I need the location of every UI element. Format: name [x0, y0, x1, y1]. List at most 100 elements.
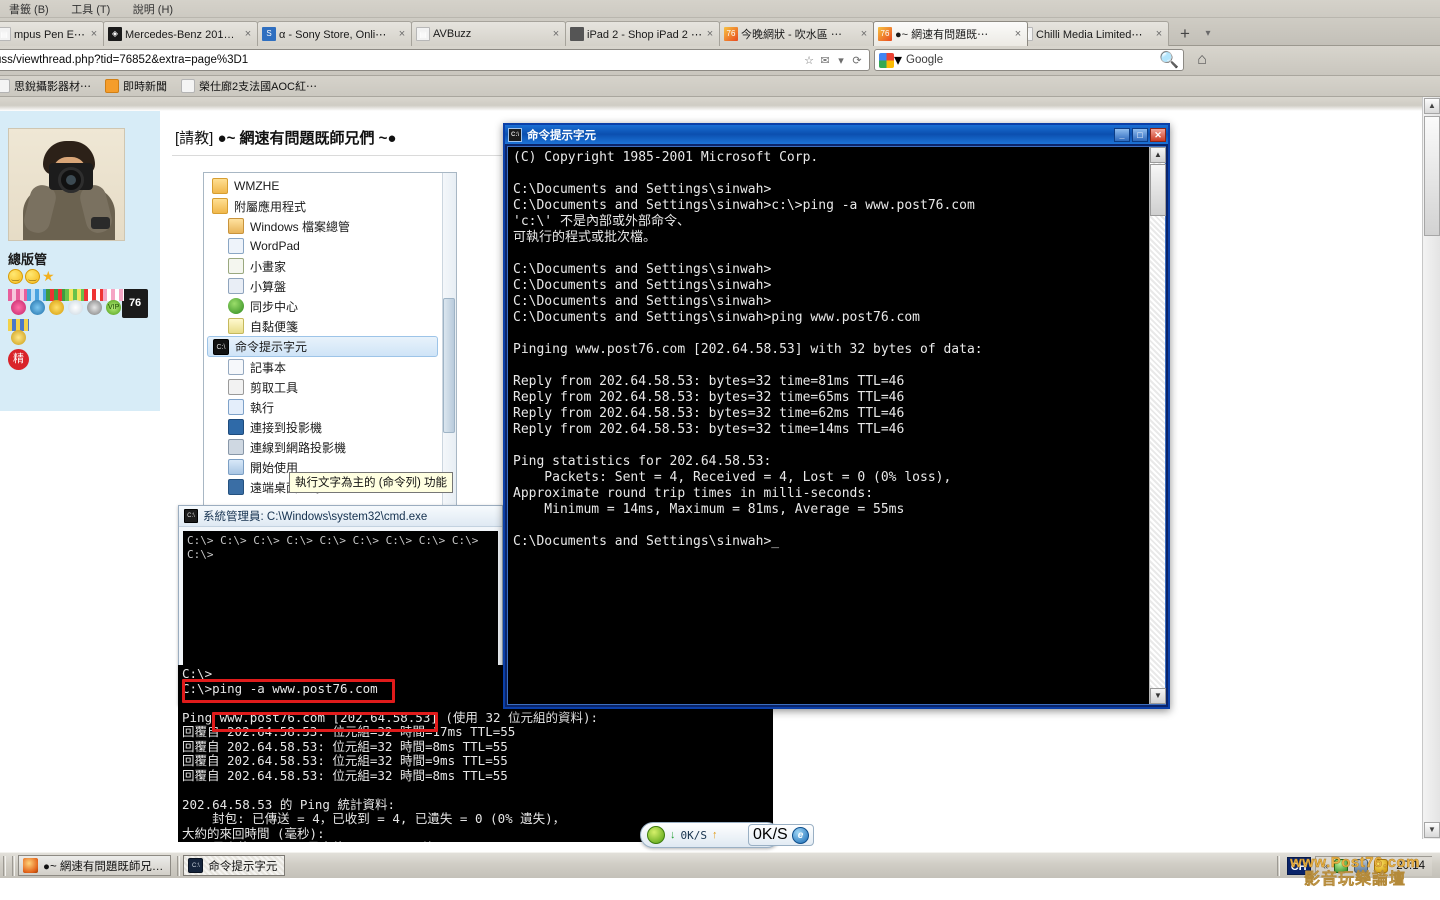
program-item-snipping-tool[interactable]: 剪取工具 [204, 377, 444, 397]
shield-icon[interactable] [1334, 859, 1349, 873]
program-item-accessories[interactable]: 附屬應用程式 [204, 196, 444, 216]
home-icon[interactable]: ⌂ [1190, 48, 1214, 72]
camera-lens-icon [58, 167, 84, 193]
minimize-button[interactable]: _ [1114, 127, 1130, 142]
program-item-sync-center[interactable]: 同步中心 [204, 296, 444, 316]
cmd-icon: C:\ [508, 127, 522, 142]
dropdown-chevron-down-icon[interactable]: ▾ [833, 54, 849, 67]
user-rank-label: 總版管 [8, 252, 48, 267]
program-item-wmzhe[interactable]: WMZHE [204, 176, 444, 196]
browser-tab-0[interactable]: ▤ mpus Pen E⋯ × [0, 21, 104, 46]
search-icon[interactable]: 🔍 [1159, 50, 1179, 70]
program-item-wordpad[interactable]: WordPad [204, 236, 444, 256]
reload-icon[interactable]: ⟳ [849, 54, 865, 67]
browser-tab-1[interactable]: ◈ Mercedes-Benz 2012⋯ × [103, 21, 258, 46]
clock[interactable]: 20:14 [1396, 860, 1425, 872]
close-icon[interactable]: × [1012, 28, 1024, 40]
browser-tab-5[interactable]: 76 今晚網狀 - 吹水區 ⋯ × [719, 21, 874, 46]
scrollbar-thumb[interactable] [443, 298, 455, 433]
secondary-speed-widget[interactable]: 0K/S e [748, 824, 814, 846]
browser-tab-3[interactable]: ▤ AVBuzz × [411, 21, 566, 46]
medal-icon [27, 289, 49, 318]
scroll-up-icon[interactable]: ▲ [1424, 98, 1440, 114]
taskbar-grip[interactable] [3, 855, 6, 876]
bookmark-label: 即時新聞 [123, 81, 167, 93]
taskbar-grip[interactable] [12, 855, 15, 876]
taskbar-grip[interactable] [177, 855, 181, 876]
network-icon[interactable] [1354, 859, 1369, 873]
window-buttons: _ □ ✕ [1114, 127, 1168, 142]
page-title: [請教] ●~ 網速有問題既師兄們 ~● [175, 127, 397, 148]
bookmark-item-1[interactable]: 即時新聞 [105, 78, 167, 94]
forum-user-column: 總版管 ‿ ‿ ★ VIP 76 精 [0, 111, 160, 411]
post76-icon: 76 [724, 27, 738, 41]
tray-overflow-chevron-icon[interactable]: « [1323, 861, 1329, 872]
sync-icon [228, 298, 244, 314]
bookmark-star-icon[interactable]: ☆ [801, 54, 817, 67]
browser-tab-2[interactable]: S α - Sony Store, Onli⋯ × [257, 21, 412, 46]
avatar [8, 128, 125, 241]
internet-explorer-icon[interactable]: e [792, 826, 809, 844]
browser-nav-bar: uss/viewthread.php?tid=76852&extra=page%… [0, 46, 1440, 76]
scroll-up-icon[interactable]: ▲ [1150, 147, 1166, 163]
maximize-button[interactable]: □ [1132, 127, 1148, 142]
remote-desktop-icon [228, 479, 244, 495]
scrollbar-thumb[interactable] [1424, 116, 1440, 236]
avatar-watch [91, 217, 110, 229]
program-item-calculator[interactable]: 小算盤 [204, 276, 444, 296]
search-engine-chevron-down-icon[interactable]: ▾ [894, 50, 902, 70]
close-icon[interactable]: × [242, 28, 254, 40]
cmd-main-console[interactable]: (C) Copyright 1985-2001 Microsoft Corp. … [508, 147, 1149, 704]
tab-label: AVBuzz [433, 28, 472, 40]
language-indicator[interactable]: CH [1286, 856, 1311, 875]
program-item-connect-to-network-projector[interactable]: 連線到網路投影機 [204, 437, 444, 457]
taskbar-button-cmd[interactable]: C:\ 命令提示字元 [183, 855, 286, 876]
close-icon[interactable]: × [550, 28, 562, 40]
program-item-windows-explorer[interactable]: Windows 檔案總管 [204, 216, 444, 236]
sony-icon: S [262, 27, 276, 41]
page-scrollbar[interactable]: ▲ ▼ [1422, 97, 1440, 839]
tray-grip[interactable] [1276, 855, 1280, 876]
menu-tools[interactable]: 工具 (T) [62, 0, 119, 18]
cmd-admin-titlebar[interactable]: C:\ 系統管理員: C:\Windows\system32\cmd.exe [179, 506, 502, 527]
close-icon[interactable]: × [88, 28, 100, 40]
close-icon[interactable]: × [858, 28, 870, 40]
scroll-down-icon[interactable]: ▼ [1424, 822, 1440, 838]
url-text: uss/viewthread.php?tid=76852&extra=page%… [0, 54, 249, 66]
cmd-main-window[interactable]: C:\ 命令提示字元 _ □ ✕ (C) Copyright 1985-2001… [503, 123, 1170, 709]
program-item-connect-to-projector[interactable]: 連接到投影機 [204, 417, 444, 437]
cmd-icon: C:\ [188, 858, 204, 873]
program-item-run[interactable]: 執行 [204, 397, 444, 417]
notepad-icon [228, 359, 244, 375]
cmd-main-scrollbar[interactable]: ▲ ▼ [1149, 147, 1166, 704]
taskbar: ●~ 網速有問題既師兄… C:\ 命令提示字元 CH « 20:14 [0, 852, 1440, 878]
close-button[interactable]: ✕ [1150, 127, 1166, 142]
program-item-sticky-notes[interactable]: 自黏便箋 [204, 316, 444, 336]
close-icon[interactable]: × [704, 28, 716, 40]
bookmark-item-2[interactable]: 榮仕廊2支法國AOC紅⋯ [181, 78, 317, 94]
scroll-down-icon[interactable]: ▼ [1150, 688, 1166, 704]
tray-icon-area: « 20:14 [1314, 855, 1432, 876]
browser-tab-4[interactable]: iPad 2 - Shop iPad 2 ⋯ × [565, 21, 720, 46]
update-icon[interactable] [1374, 859, 1389, 873]
search-input[interactable]: ▾ Google 🔍 [874, 49, 1184, 71]
menu-help[interactable]: 說明 (H) [124, 0, 182, 18]
cmd-admin-text: C:\> C:\> C:\> C:\> C:\> C:\> C:\> C:\> … [187, 534, 479, 561]
program-item-command-prompt[interactable]: C:\ 命令提示字元 [207, 336, 438, 357]
bookmark-item-0[interactable]: 思銳攝影器材⋯ [0, 78, 91, 94]
taskbar-button-firefox[interactable]: ●~ 網速有問題既師兄… [18, 855, 172, 876]
new-tab-button[interactable]: + [1174, 24, 1196, 44]
tab-list-chevron-down-icon[interactable]: ▾ [1200, 27, 1216, 43]
address-bar[interactable]: uss/viewthread.php?tid=76852&extra=page%… [0, 49, 870, 71]
browser-tab-7[interactable]: ▤ Chilli Media Limited⋯ × [1014, 21, 1169, 46]
program-item-paint[interactable]: 小畫家 [204, 256, 444, 276]
program-item-notepad[interactable]: 記事本 [204, 357, 444, 377]
close-icon[interactable]: × [396, 28, 408, 40]
mail-icon[interactable]: ✉ [817, 54, 833, 67]
close-icon[interactable]: × [1153, 28, 1165, 40]
cmd-main-titlebar[interactable]: C:\ 命令提示字元 _ □ ✕ [505, 125, 1168, 144]
browser-tab-6-active[interactable]: 76 ●~ 網速有問題既⋯ × [873, 21, 1028, 46]
bookmark-label: 思銳攝影器材⋯ [14, 81, 91, 93]
menu-bookmarks[interactable]: 書籤 (B) [0, 0, 58, 18]
scrollbar-thumb[interactable] [1150, 164, 1166, 216]
